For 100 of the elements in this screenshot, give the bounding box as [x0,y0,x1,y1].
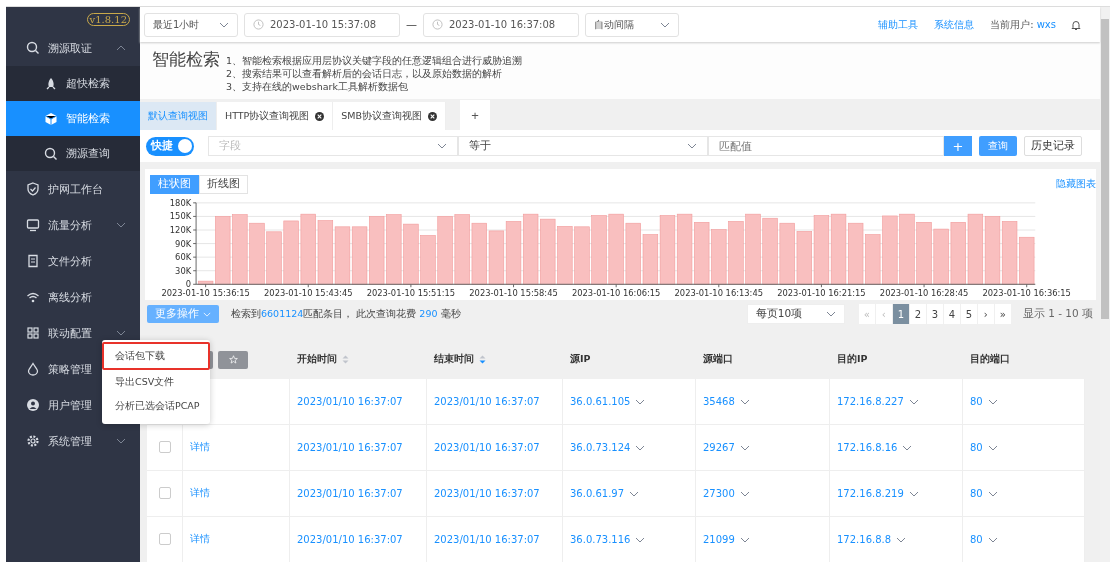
close-icon[interactable] [315,111,325,121]
header-link[interactable]: 系统信息 [934,17,975,32]
range-select[interactable]: 最近1小时 [144,12,238,37]
more-actions-button[interactable]: 更多操作 [147,305,219,324]
sidebar-item[interactable]: 流量分析 [6,207,140,243]
grid-icon [26,326,40,340]
column-header[interactable]: 开始时间 [297,353,337,367]
document-icon [26,254,40,268]
chevron-down-icon [116,45,126,51]
time-link[interactable]: 2023/01/10 16:37:07 [434,534,540,545]
page-button[interactable]: › [977,304,994,325]
sidebar-label: 离线分析 [48,289,92,305]
field-select[interactable]: 字段 [208,136,458,157]
detail-link[interactable]: 详情 [190,532,210,547]
chevron-down-icon [219,21,229,28]
sidebar-item[interactable]: 离线分析 [6,279,140,315]
hide-chart-link[interactable]: 隐藏图表 [1056,177,1096,192]
filter-dropdown[interactable]: 80 [970,488,983,499]
sort-icon[interactable] [342,355,349,365]
filter-dropdown[interactable]: 35468 [703,396,735,407]
column-header[interactable]: 源端口 [703,353,733,367]
close-icon[interactable] [428,111,438,121]
column-header[interactable]: 目的端口 [970,353,1010,367]
sidebar-item[interactable]: 护网工作台 [6,171,140,207]
time-link[interactable]: 2023/01/10 16:37:07 [297,442,403,453]
chevron-down-icon [908,399,919,405]
detail-link[interactable]: 详情 [190,440,210,455]
match-input[interactable]: 匹配值 [708,136,944,157]
start-time-field[interactable]: 2023-01-10 15:37:08 [244,12,400,37]
chart-bar [522,213,539,285]
end-time-field[interactable]: 2023-01-10 16:37:08 [423,12,579,37]
sidebar-subitem[interactable]: 溯源查询 [6,136,140,171]
operator-select[interactable]: 等于 [458,136,708,157]
bell-icon[interactable] [1070,18,1082,31]
filter-dropdown[interactable]: 172.16.8.16 [837,442,898,453]
time-link[interactable]: 2023/01/10 16:37:07 [434,488,540,499]
menu-item[interactable]: 导出CSV文件 [102,370,210,394]
page-size-select[interactable]: 每页10项 [746,304,845,325]
page-range: 显示 1 - 10 项 [1022,307,1093,322]
filter-dropdown[interactable]: 80 [970,534,983,545]
filter-dropdown[interactable]: 21099 [703,534,735,545]
column-header[interactable]: 源IP [570,353,591,367]
time-link[interactable]: 2023/01/10 16:37:07 [434,396,540,407]
filter-dropdown[interactable]: 36.0.73.116 [570,534,631,545]
chart-bar [249,222,265,285]
chart-bar [625,222,641,285]
detail-link[interactable]: 详情 [190,486,210,501]
menu-item[interactable]: 会话包下载 [102,342,210,370]
interval-select[interactable]: 自动间隔 [585,12,679,37]
chart-bar [574,226,590,285]
filter-dropdown[interactable]: 29267 [703,442,735,453]
filter-dropdown[interactable]: 36.0.73.124 [570,442,631,453]
sidebar-label: 流量分析 [48,217,92,233]
add-condition-button[interactable]: + [944,136,972,157]
filter-dropdown[interactable]: 172.16.8.227 [837,396,904,407]
page-button[interactable]: 2 [909,304,926,325]
query-tab[interactable]: 默认查询视图 [140,102,217,131]
page-button[interactable]: 1 [892,304,909,325]
chart-bar [950,221,966,285]
page-button[interactable]: » [994,304,1011,325]
chart-type-tab[interactable]: 折线图 [199,174,248,194]
row-checkbox[interactable] [159,441,171,454]
search-button[interactable]: 查询 [979,136,1017,157]
filter-dropdown[interactable]: 36.0.61.105 [570,396,631,407]
page-button[interactable]: 3 [926,304,943,325]
quick-toggle[interactable]: 快捷 [146,136,194,156]
add-tab-button[interactable]: + [460,100,491,131]
filter-dropdown[interactable]: 80 [970,396,983,407]
header-link[interactable]: 辅助工具 [878,17,919,32]
sidebar-item[interactable]: 文件分析 [6,243,140,279]
time-link[interactable]: 2023/01/10 16:37:07 [297,396,403,407]
sort-icon[interactable] [479,355,486,365]
chart-type-tab[interactable]: 柱状图 [150,174,199,194]
time-link[interactable]: 2023/01/10 16:37:07 [434,442,540,453]
filter-dropdown[interactable]: 80 [970,442,983,453]
sidebar-item[interactable]: 溯源取证 [6,30,140,66]
time-link[interactable]: 2023/01/10 16:37:07 [297,534,403,545]
star-button[interactable] [218,351,248,369]
filter-dropdown[interactable]: 172.16.8.219 [837,488,904,499]
page-button[interactable]: 4 [943,304,960,325]
sidebar-item[interactable]: 系统管理 [6,423,140,459]
row-checkbox[interactable] [159,487,171,500]
time-link[interactable]: 2023/01/10 16:37:07 [297,488,403,499]
filter-dropdown[interactable]: 27300 [703,488,735,499]
column-header[interactable]: 目的IP [837,353,868,367]
menu-item[interactable]: 分析已选会话PCAP [102,394,210,418]
column-header[interactable]: 结束时间 [434,353,474,367]
page-button[interactable]: 5 [960,304,977,325]
sidebar-subitem[interactable]: 智能检索 [6,101,140,136]
sidebar-subitem[interactable]: 超快检索 [6,66,140,101]
scrollbar[interactable] [1100,7,1110,562]
query-tab[interactable]: SMB协议查询视图 [333,102,447,131]
chevron-down-icon [987,537,998,543]
clock-icon [432,19,443,31]
filter-dropdown[interactable]: 36.0.61.97 [570,488,625,499]
chart-bar [728,220,744,285]
row-checkbox[interactable] [159,533,171,546]
query-tab[interactable]: HTTP协议查询视图 [217,102,334,131]
filter-dropdown[interactable]: 172.16.8.8 [837,534,892,545]
history-button[interactable]: 历史记录 [1024,136,1082,157]
